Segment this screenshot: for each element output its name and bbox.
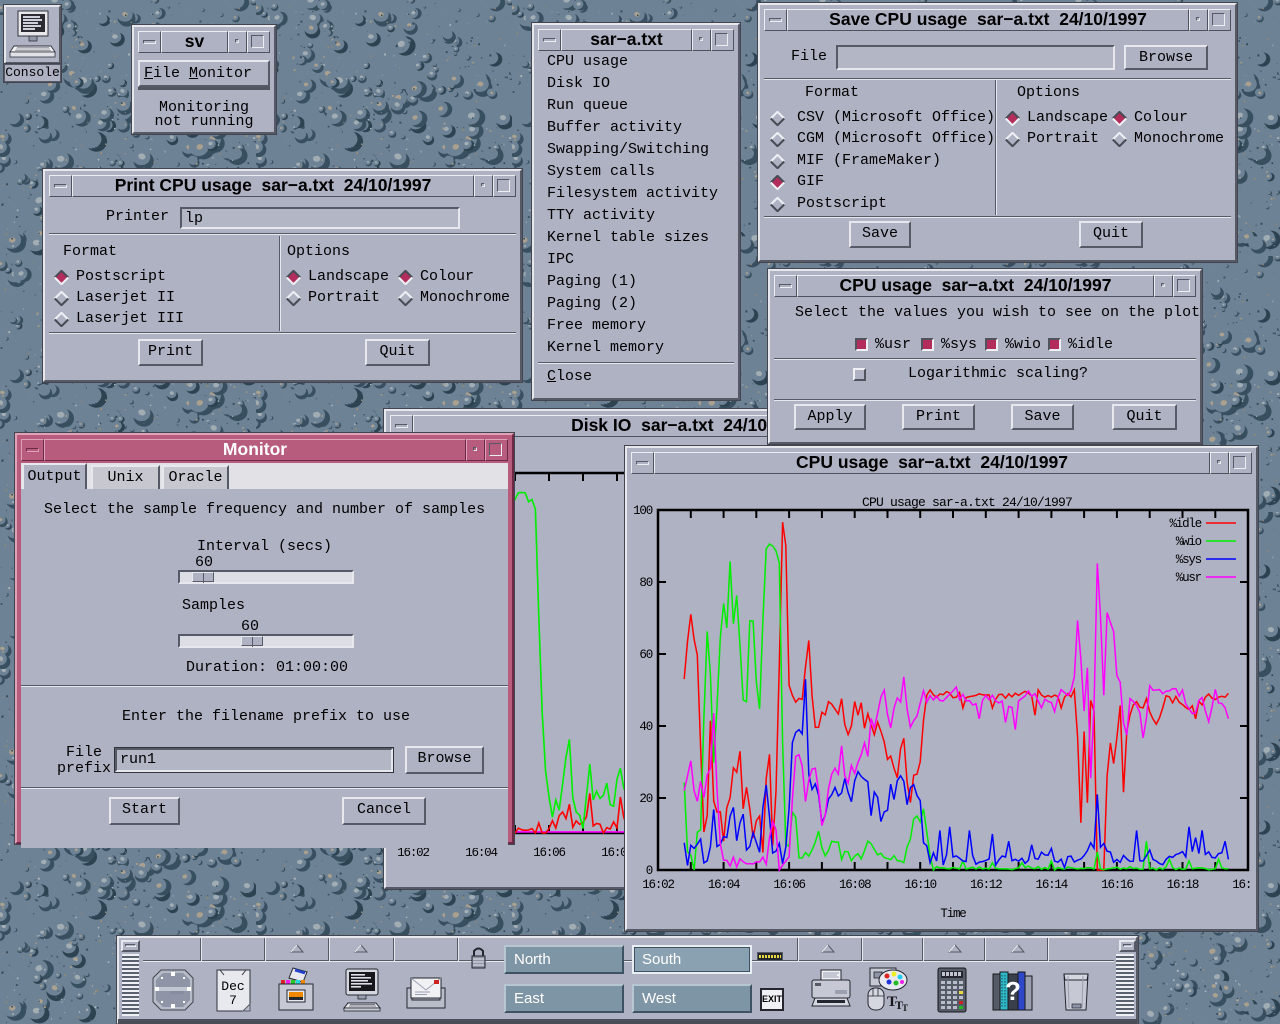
svg-text:7: 7 — [229, 993, 237, 1008]
svg-text:16:02: 16:02 — [642, 878, 674, 892]
svg-text:16:14: 16:14 — [1036, 878, 1068, 892]
svg-text:%wio: %wio — [1176, 535, 1202, 549]
svg-text:16:06: 16:06 — [773, 878, 805, 892]
svg-text:80: 80 — [639, 576, 652, 590]
svg-text:T: T — [902, 1003, 908, 1013]
svg-text:16:12: 16:12 — [970, 878, 1002, 892]
svg-text:16:08: 16:08 — [839, 878, 871, 892]
svg-text:20: 20 — [639, 792, 652, 806]
svg-text:%usr: %usr — [1176, 571, 1202, 585]
svg-text:40: 40 — [639, 720, 652, 734]
svg-text:100: 100 — [633, 504, 653, 518]
svg-text:16:10: 16:10 — [904, 878, 936, 892]
svg-text:%idle: %idle — [1169, 517, 1201, 531]
svg-text:16:06: 16:06 — [533, 846, 565, 860]
svg-text:16:20: 16:20 — [1232, 878, 1252, 892]
svg-text:16:02: 16:02 — [397, 846, 429, 860]
svg-text:Time: Time — [940, 907, 966, 921]
svg-text:?: ? — [1005, 976, 1021, 1006]
svg-text:CPU usage sar-a.txt 24/10/19: CPU usage sar-a.txt 24/10/1997 — [862, 495, 1072, 510]
svg-text:60: 60 — [639, 648, 652, 662]
svg-text:16:04: 16:04 — [708, 878, 740, 892]
svg-text:16:16: 16:16 — [1101, 878, 1133, 892]
svg-text:16:04: 16:04 — [465, 846, 497, 860]
svg-text:16:18: 16:18 — [1167, 878, 1199, 892]
svg-text:0: 0 — [646, 864, 653, 878]
svg-text:%sys: %sys — [1176, 553, 1202, 567]
svg-text:Dec: Dec — [221, 979, 244, 994]
